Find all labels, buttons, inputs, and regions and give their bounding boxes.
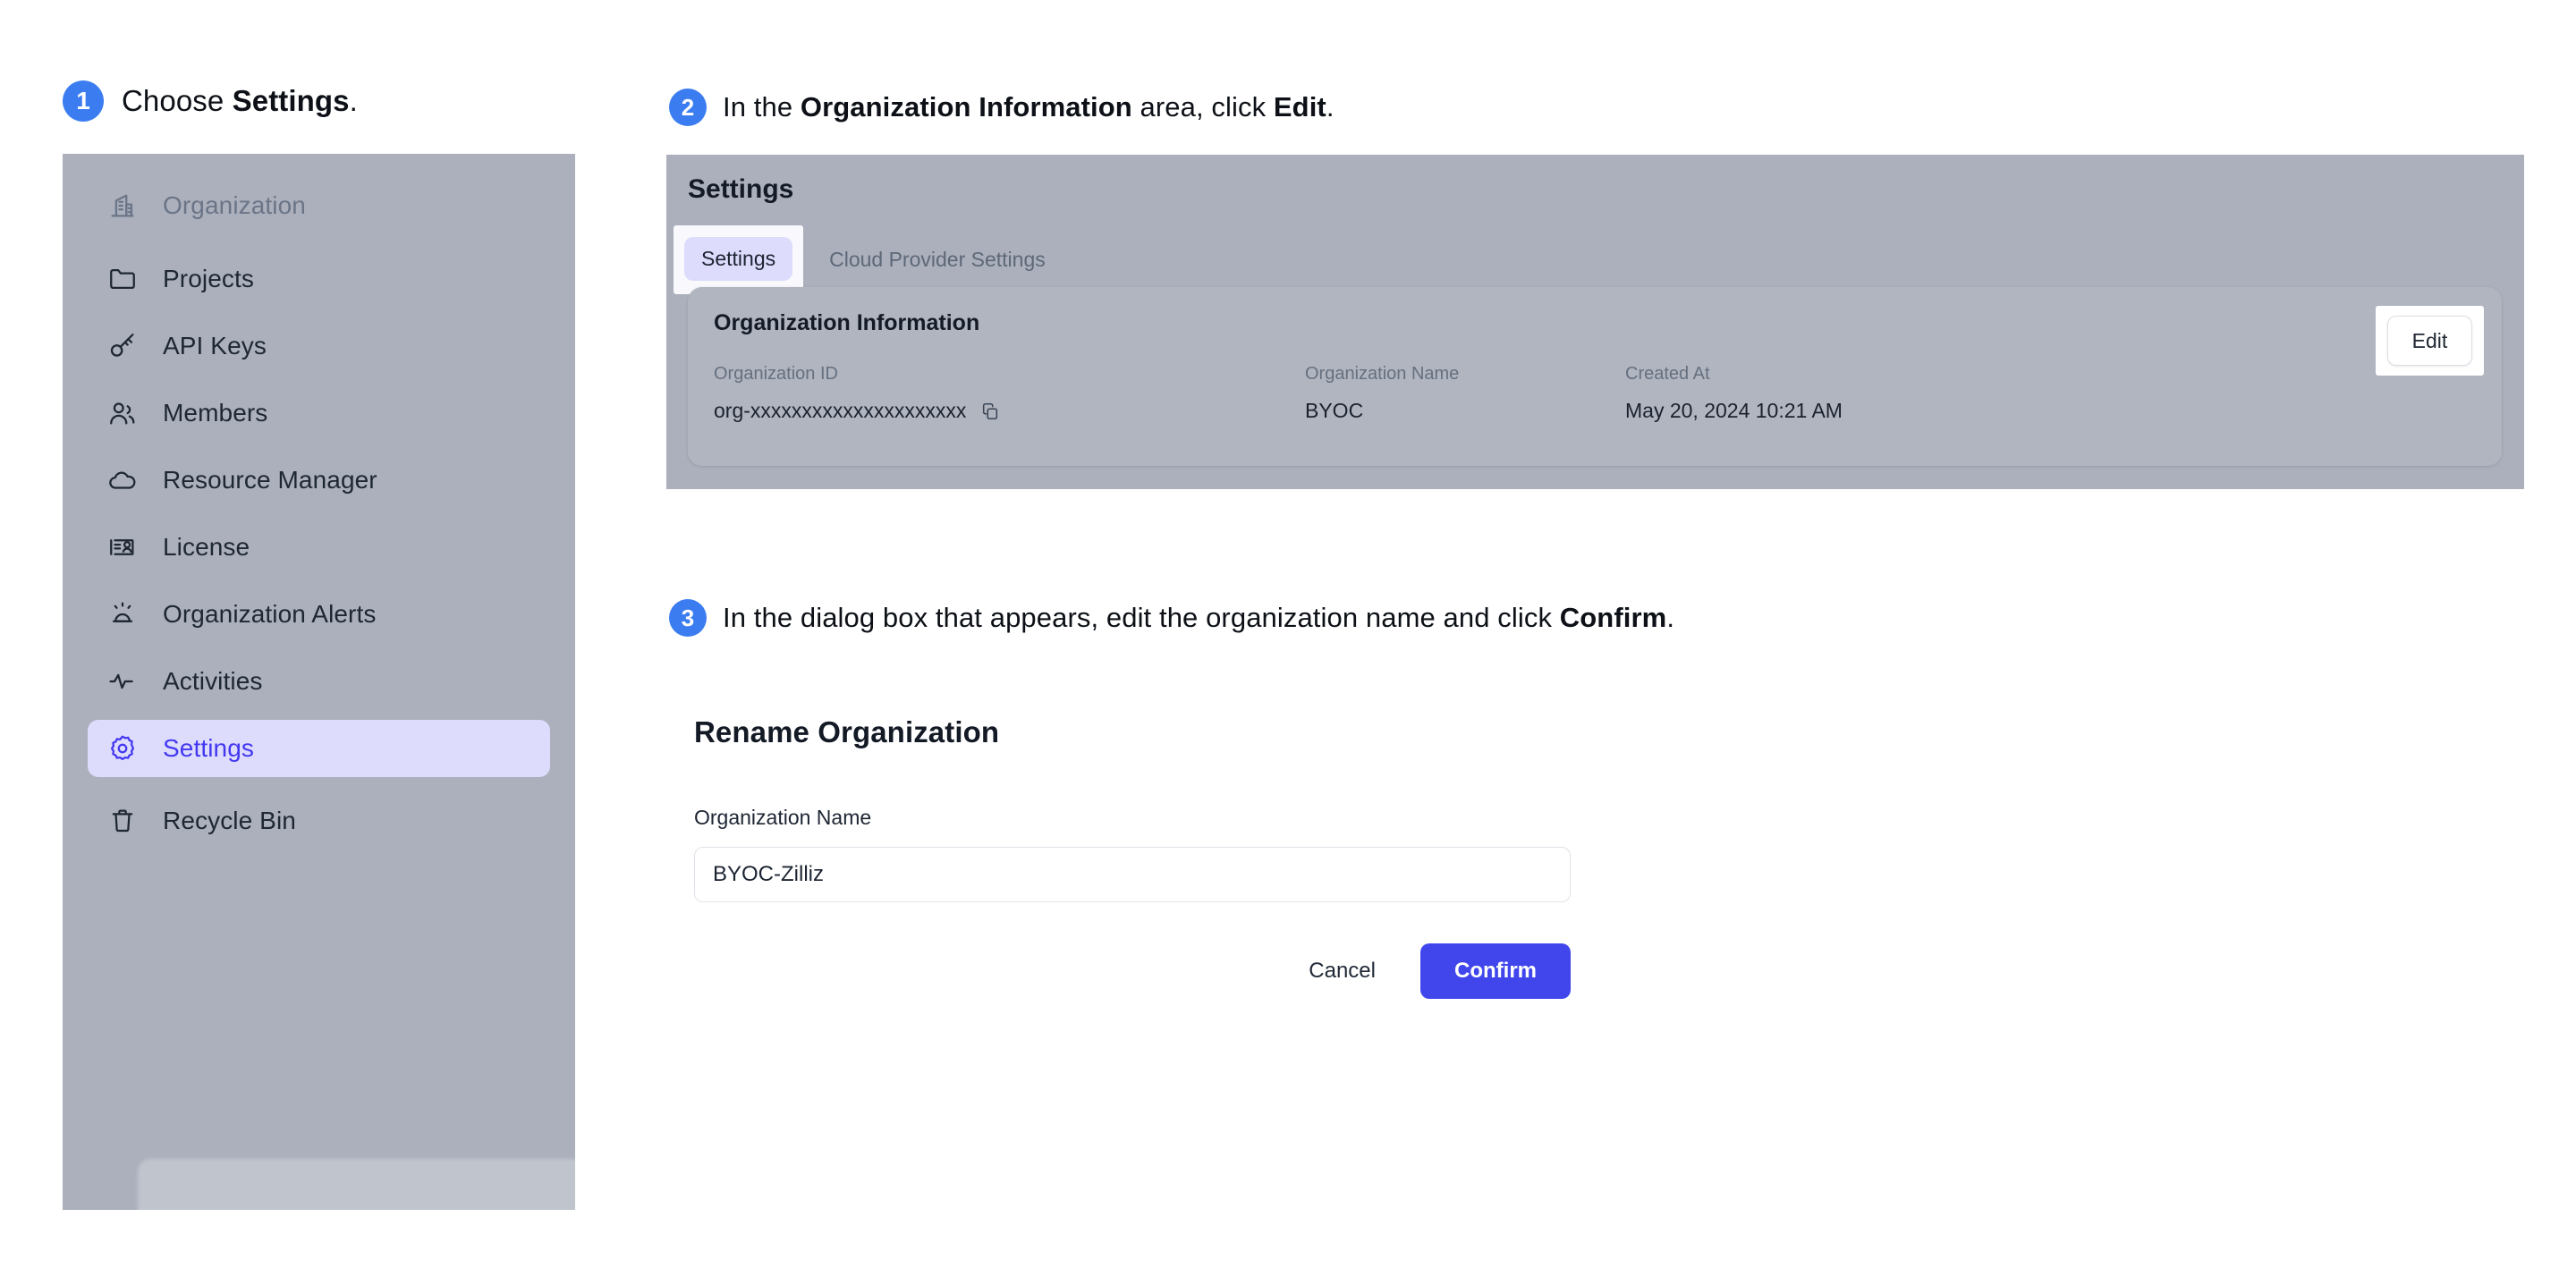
- sidebar-item-organization[interactable]: Organization: [88, 177, 550, 234]
- field-organization-name: Organization Name BYOC: [1305, 364, 1459, 423]
- page-title: Settings: [688, 174, 794, 204]
- step-3-badge: 3: [669, 599, 707, 637]
- sidebar-item-members[interactable]: Members: [88, 385, 550, 442]
- field-label: Organization ID: [714, 364, 838, 384]
- id-card-icon: [107, 532, 138, 562]
- sidebar-item-label: Settings: [163, 734, 254, 762]
- activity-icon: [107, 666, 138, 697]
- step-3-suffix: .: [1666, 602, 1675, 633]
- step-1-prefix: Choose: [122, 84, 233, 117]
- step-1-text: Choose Settings.: [122, 84, 358, 118]
- step-2-mid: area, click: [1131, 91, 1274, 123]
- edit-button-highlight: Edit: [2376, 306, 2484, 376]
- tutorial-page: 1 Choose Settings. Organization Projects: [0, 0, 2576, 1285]
- step-1-badge: 1: [63, 80, 104, 122]
- organization-name-value: BYOC: [1305, 399, 1364, 422]
- folder-icon: [107, 264, 138, 294]
- rename-organization-dialog: Rename Organization Organization Name BY…: [694, 715, 1615, 999]
- step-3-text: In the dialog box that appears, edit the…: [723, 602, 1674, 634]
- settings-panel-screenshot: Settings Settings Cloud Provider Setting…: [666, 155, 2524, 489]
- field-organization-id: Organization ID org-xxxxxxxxxxxxxxxxxxxx…: [714, 364, 1000, 423]
- card-title: Organization Information: [714, 310, 980, 335]
- sidebar-item-projects[interactable]: Projects: [88, 250, 550, 308]
- sidebar-item-recycle-bin[interactable]: Recycle Bin: [88, 792, 550, 850]
- sidebar-item-label: API Keys: [163, 332, 267, 359]
- sidebar-item-settings[interactable]: Settings: [88, 720, 550, 777]
- tab-cloud-provider-settings[interactable]: Cloud Provider Settings: [812, 238, 1063, 282]
- sidebar-item-label: Projects: [163, 265, 254, 292]
- confirm-button[interactable]: Confirm: [1420, 943, 1571, 999]
- organization-information-card: Organization Information Organization ID…: [688, 287, 2502, 466]
- step-2-caption: 2 In the Organization Information area, …: [669, 89, 1335, 126]
- field-label: Organization Name: [1305, 364, 1460, 384]
- step-1-suffix: .: [349, 84, 358, 117]
- step-3-strong: Confirm: [1559, 602, 1667, 633]
- organization-id-value: org-xxxxxxxxxxxxxxxxxxxxx: [714, 399, 967, 422]
- settings-tab-highlight: Settings: [674, 225, 804, 294]
- dialog-title: Rename Organization: [694, 715, 1000, 748]
- organization-name-input[interactable]: BYOC-Zilliz: [694, 847, 1571, 902]
- sidebar-item-label: Recycle Bin: [163, 807, 296, 834]
- created-at-value: May 20, 2024 10:21 AM: [1625, 399, 1843, 422]
- dialog-actions: Cancel Confirm: [694, 943, 1571, 999]
- step-2-strong2: Edit: [1273, 91, 1326, 123]
- step-2-badge: 2: [669, 89, 707, 126]
- step-1-caption: 1 Choose Settings.: [63, 80, 358, 122]
- field-created-at: Created At May 20, 2024 10:21 AM: [1625, 364, 1843, 423]
- cloud-icon: [107, 465, 138, 495]
- step-2-prefix: In the: [723, 91, 801, 123]
- step-2-strong: Organization Information: [800, 91, 1132, 123]
- sidebar-item-label: Activities: [163, 667, 263, 695]
- sidebar-item-label: Organization Alerts: [163, 600, 377, 628]
- cancel-button[interactable]: Cancel: [1303, 951, 1381, 991]
- sidebar-item-resource-manager[interactable]: Resource Manager: [88, 452, 550, 509]
- building-icon: [107, 190, 138, 221]
- field-label: Created At: [1625, 364, 1710, 384]
- sidebar-item-organization-alerts[interactable]: Organization Alerts: [88, 586, 550, 643]
- copy-icon[interactable]: [980, 402, 1000, 421]
- sidebar-item-api-keys[interactable]: API Keys: [88, 317, 550, 375]
- step-2-suffix: .: [1326, 91, 1335, 123]
- step-3-caption: 3 In the dialog box that appears, edit t…: [669, 599, 1674, 637]
- step-1-strong: Settings: [232, 84, 350, 117]
- users-icon: [107, 398, 138, 428]
- tab-settings[interactable]: Settings: [684, 237, 793, 281]
- settings-tabbar: Settings Cloud Provider Settings: [674, 225, 1063, 294]
- sidebar-item-license[interactable]: License: [88, 519, 550, 576]
- organization-sidebar: Organization Projects API Keys Members R…: [63, 154, 575, 1210]
- settings-spotlight: [138, 1159, 575, 1210]
- step-2-text: In the Organization Information area, cl…: [723, 91, 1335, 123]
- sidebar-item-label: Members: [163, 399, 268, 427]
- edit-button[interactable]: Edit: [2387, 316, 2472, 366]
- gear-icon: [107, 733, 138, 764]
- sidebar-item-label: Resource Manager: [163, 466, 377, 494]
- sidebar-item-label: Organization: [163, 191, 306, 219]
- step-3-prefix: In the dialog box that appears, edit the…: [723, 602, 1560, 633]
- field-value-row: org-xxxxxxxxxxxxxxxxxxxxx: [714, 399, 1000, 423]
- sidebar-item-activities[interactable]: Activities: [88, 653, 550, 710]
- organization-name-label: Organization Name: [694, 806, 872, 829]
- sidebar-item-label: License: [163, 533, 250, 561]
- key-icon: [107, 331, 138, 361]
- trash-icon: [107, 806, 138, 836]
- alert-light-icon: [107, 599, 138, 630]
